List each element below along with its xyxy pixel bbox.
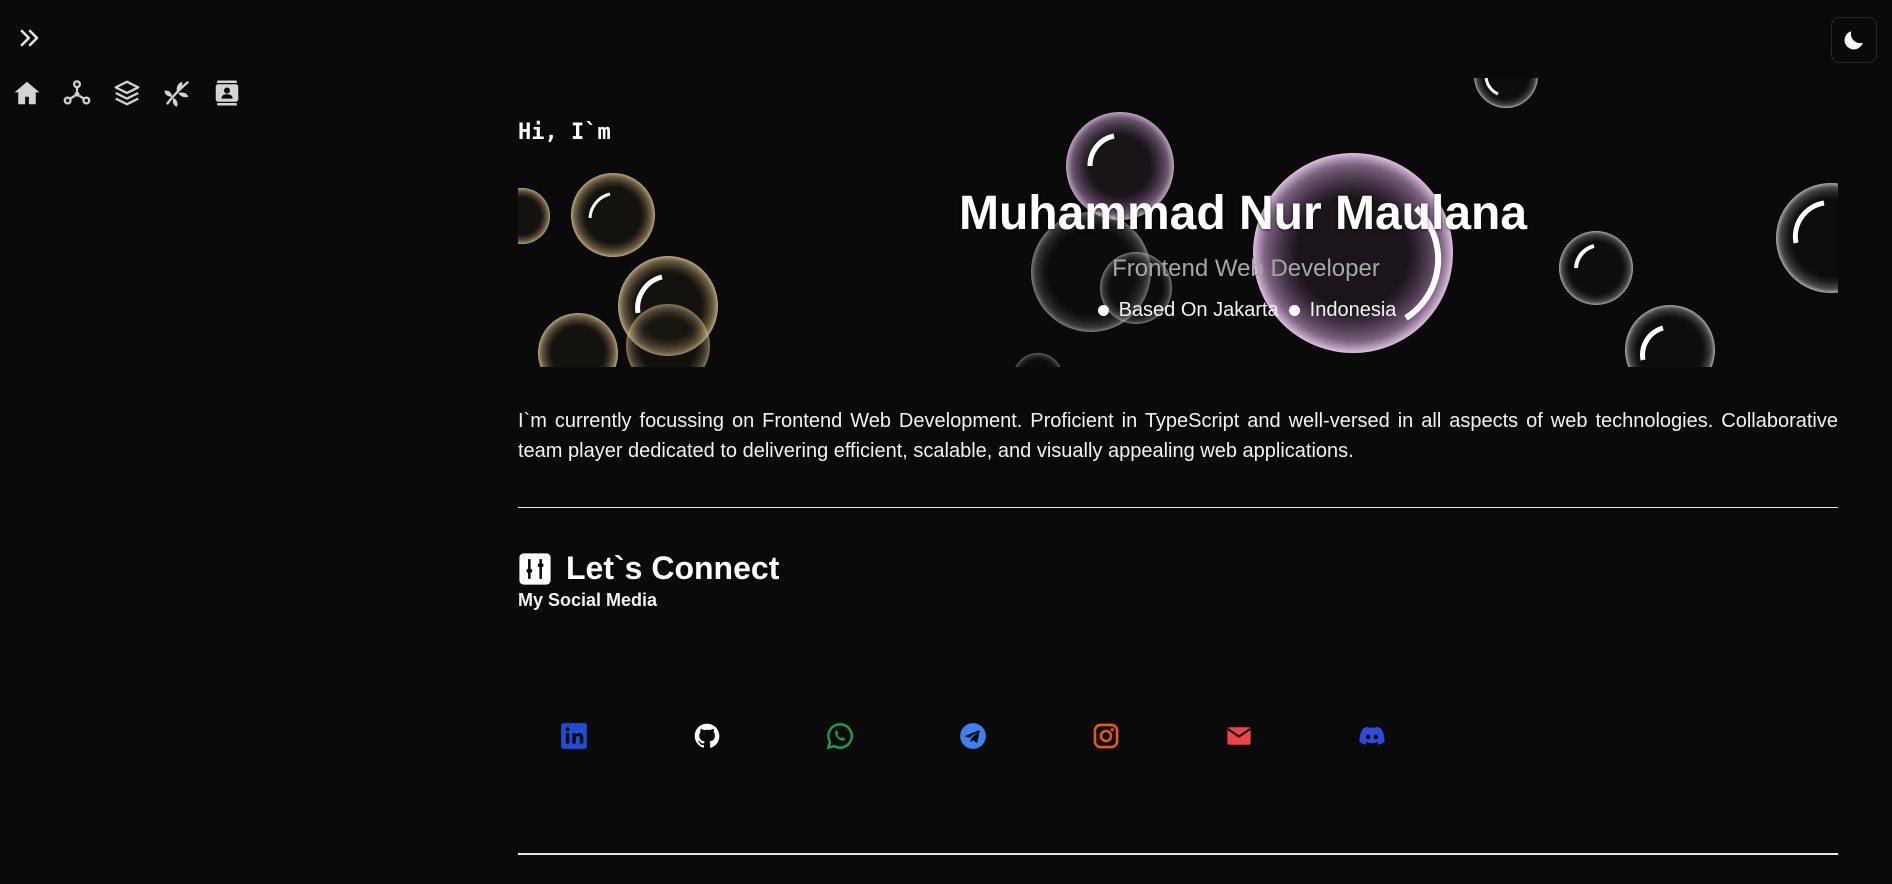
bullet-icon: [1288, 304, 1300, 316]
sidebar-toggle-button[interactable]: [16, 24, 44, 52]
social-links: [560, 722, 1386, 750]
nav-item-layers[interactable]: [112, 78, 142, 108]
bullet-icon: [1097, 304, 1109, 316]
hero-banner: Muhammad Nur Maulana Frontend Web Develo…: [518, 78, 1838, 367]
hero-role: Frontend Web Developer: [1112, 254, 1380, 282]
telegram-icon: [960, 723, 986, 749]
whatsapp-icon: [826, 723, 853, 750]
mail-icon: [1227, 727, 1251, 745]
linkedin-link[interactable]: [560, 722, 588, 750]
network-icon: [63, 80, 91, 105]
nav-item-contact[interactable]: [212, 78, 242, 108]
connect-heading: Let`s Connect: [518, 550, 779, 587]
telegram-link[interactable]: [959, 722, 987, 750]
intro-paragraph: I`m currently focussing on Frontend Web …: [518, 410, 1838, 462]
hero-greeting: Hi, I`m: [518, 120, 611, 145]
instagram-link[interactable]: [1092, 722, 1120, 750]
sidebar-nav: [12, 78, 242, 108]
location-city: Based On Jakarta: [1118, 298, 1279, 321]
linkedin-icon: [561, 723, 587, 749]
moon-icon: [1844, 31, 1863, 50]
instagram-icon: [1093, 723, 1119, 749]
hero-text: Muhammad Nur Maulana Frontend Web Develo…: [518, 187, 1838, 322]
connect-subtitle: My Social Media: [518, 590, 658, 610]
hero-location: Based On Jakarta Indonesia: [656, 299, 1838, 322]
whatsapp-link[interactable]: [826, 722, 854, 750]
discord-link[interactable]: [1358, 722, 1386, 750]
location-country: Indonesia: [1309, 298, 1397, 321]
github-icon: [694, 723, 720, 748]
divider: [518, 853, 1838, 855]
discord-icon: [1359, 726, 1385, 745]
sliders-icon: [519, 552, 551, 585]
contact-card-icon: [215, 80, 239, 106]
nav-item-branch[interactable]: [162, 78, 192, 108]
layers-icon: [114, 80, 140, 106]
nav-item-home[interactable]: [12, 78, 42, 108]
theme-toggle-button[interactable]: [1831, 17, 1877, 63]
connect-title: Let`s Connect: [566, 550, 780, 586]
email-link[interactable]: [1225, 722, 1253, 750]
leaf-branch-icon: [164, 80, 189, 107]
divider: [518, 507, 1838, 508]
home-icon: [14, 81, 40, 105]
github-link[interactable]: [693, 722, 721, 750]
double-chevron-right-icon: [20, 29, 39, 47]
hero-name: Muhammad Nur Maulana: [958, 187, 1528, 240]
nav-item-network[interactable]: [62, 78, 92, 108]
